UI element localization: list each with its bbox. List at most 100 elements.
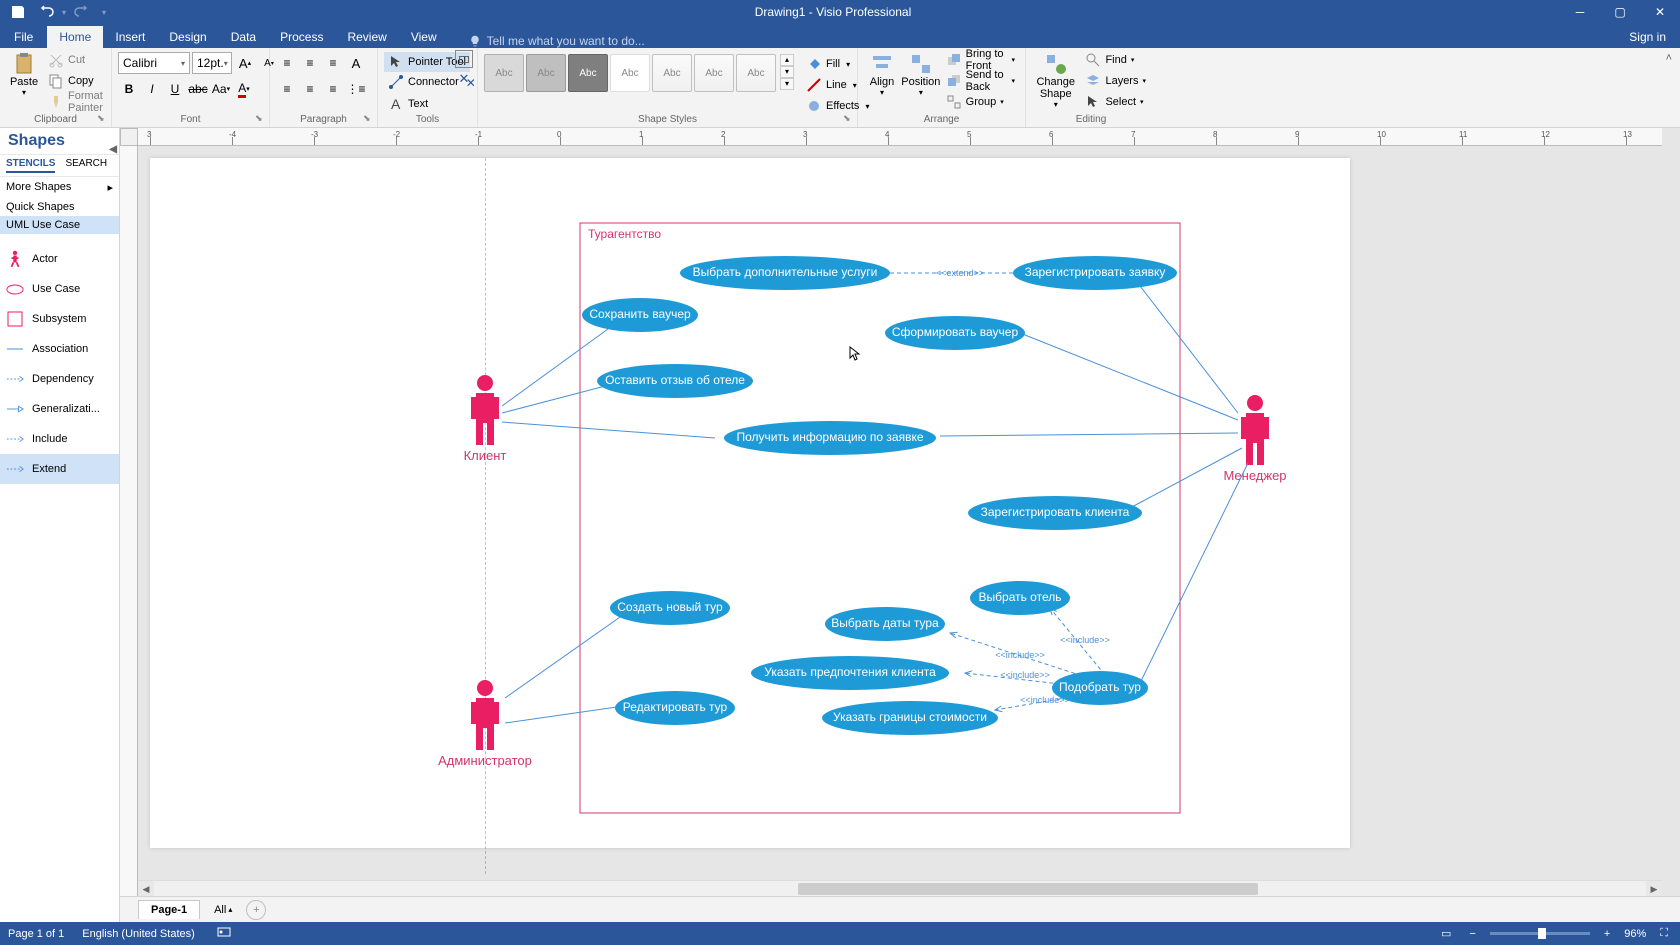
style-swatch[interactable]: Abc bbox=[484, 54, 524, 92]
align-center-button[interactable]: ≡ bbox=[299, 78, 321, 100]
shape-actor[interactable]: Actor bbox=[0, 244, 119, 274]
undo-button[interactable] bbox=[34, 1, 58, 23]
actor-manager[interactable] bbox=[1241, 395, 1269, 465]
usecase[interactable]: Сформировать ваучер bbox=[885, 316, 1025, 350]
paragraph-launcher[interactable]: ⬊ bbox=[363, 113, 373, 123]
tell-me-search[interactable]: Tell me what you want to do... bbox=[449, 34, 1616, 48]
association[interactable] bbox=[940, 433, 1238, 436]
horizontal-scrollbar[interactable]: ◀ ▶ bbox=[138, 880, 1662, 896]
usecase[interactable]: Оставить отзыв об отеле bbox=[597, 364, 753, 398]
rectangle-tool-button[interactable] bbox=[455, 50, 473, 68]
zoom-slider[interactable] bbox=[1490, 932, 1590, 935]
format-painter-button[interactable]: Format Painter bbox=[44, 92, 107, 112]
association[interactable] bbox=[1140, 463, 1248, 683]
connection-point-button[interactable]: ✕ bbox=[455, 70, 473, 88]
align-button[interactable]: Align▾ bbox=[864, 50, 900, 99]
usecase[interactable]: Указать предпочтения клиента bbox=[751, 656, 949, 690]
connector-tool-button[interactable]: Connector bbox=[384, 72, 463, 92]
macro-record-button[interactable] bbox=[213, 924, 235, 943]
style-swatch[interactable]: Abc bbox=[736, 54, 776, 92]
text-tool-button[interactable]: AText bbox=[384, 94, 432, 114]
font-color-button[interactable]: A▾ bbox=[233, 78, 255, 100]
case-button[interactable]: Aa▾ bbox=[210, 78, 232, 100]
scroll-left-button[interactable]: ◀ bbox=[138, 881, 154, 897]
quick-shapes-row[interactable]: Quick Shapes bbox=[0, 198, 119, 216]
shapestyles-launcher[interactable]: ⬊ bbox=[843, 113, 853, 123]
style-swatch[interactable]: Abc bbox=[694, 54, 734, 92]
style-swatch[interactable]: Abc bbox=[652, 54, 692, 92]
copy-button[interactable]: Copy bbox=[44, 71, 107, 91]
more-shapes-link[interactable]: More Shapes▸ bbox=[0, 177, 119, 198]
view-tab[interactable]: View bbox=[399, 26, 449, 48]
language-status[interactable]: English (United States) bbox=[82, 928, 195, 940]
align-left-button[interactable]: ≡ bbox=[276, 78, 298, 100]
sign-in-link[interactable]: Sign in bbox=[1615, 26, 1680, 48]
usecase[interactable]: Редактировать тур bbox=[615, 691, 735, 725]
maximize-button[interactable]: ▢ bbox=[1600, 0, 1640, 24]
usecase[interactable]: Получить информацию по заявке bbox=[724, 421, 936, 455]
shape-generalization[interactable]: Generalizati... bbox=[0, 394, 119, 424]
align-right-button[interactable]: ≡ bbox=[322, 78, 344, 100]
zoom-out-button[interactable]: − bbox=[1465, 926, 1479, 942]
layers-button[interactable]: Layers▾ bbox=[1081, 71, 1150, 91]
font-size-combo[interactable]: 12pt.▾ bbox=[192, 52, 232, 74]
search-tab[interactable]: SEARCH bbox=[65, 158, 107, 173]
association[interactable] bbox=[502, 422, 715, 438]
data-tab[interactable]: Data bbox=[219, 26, 268, 48]
usecase[interactable]: Сохранить ваучер bbox=[582, 298, 698, 332]
align-bottom-button[interactable]: ≡ bbox=[322, 52, 344, 74]
group-button[interactable]: Group▾ bbox=[942, 92, 1019, 112]
align-top-button[interactable]: ≡ bbox=[276, 52, 298, 74]
scroll-thumb[interactable] bbox=[798, 883, 1258, 895]
shape-include[interactable]: Include bbox=[0, 424, 119, 454]
fit-page-button[interactable]: ⛶ bbox=[1656, 925, 1672, 942]
home-tab[interactable]: Home bbox=[47, 26, 103, 48]
design-tab[interactable]: Design bbox=[157, 26, 218, 48]
redo-button[interactable] bbox=[70, 1, 94, 23]
gallery-up[interactable]: ▴ bbox=[780, 54, 794, 66]
review-tab[interactable]: Review bbox=[335, 26, 398, 48]
shape-dependency[interactable]: Dependency bbox=[0, 364, 119, 394]
font-launcher[interactable]: ⬊ bbox=[255, 113, 265, 123]
font-name-combo[interactable]: Calibri▾ bbox=[118, 52, 190, 74]
collapse-ribbon-button[interactable]: ˄ bbox=[1658, 48, 1680, 127]
strikethrough-button[interactable]: abc bbox=[187, 78, 209, 100]
minimize-button[interactable]: ─ bbox=[1560, 0, 1600, 24]
usecase[interactable]: Подобрать тур bbox=[1052, 671, 1148, 705]
usecase[interactable]: Зарегистрировать заявку bbox=[1013, 256, 1177, 290]
canvas-area[interactable]: 3-4-3-2-101234567891011121314 Турагентст… bbox=[120, 128, 1680, 922]
bold-button[interactable]: B bbox=[118, 78, 140, 100]
uml-usecase-row[interactable]: UML Use Case bbox=[0, 216, 119, 234]
usecase[interactable]: Создать новый тур bbox=[610, 591, 730, 625]
file-tab[interactable]: File bbox=[0, 26, 47, 48]
increase-font-button[interactable]: A▴ bbox=[234, 52, 256, 74]
shape-association[interactable]: Association bbox=[0, 334, 119, 364]
shape-usecase[interactable]: Use Case bbox=[0, 274, 119, 304]
cut-button[interactable]: Cut bbox=[44, 50, 107, 70]
usecase[interactable]: Зарегистрировать клиента bbox=[968, 496, 1142, 530]
italic-button[interactable]: I bbox=[141, 78, 163, 100]
bring-front-button[interactable]: Bring to Front▾ bbox=[942, 50, 1019, 70]
gallery-more[interactable]: ▾ bbox=[780, 78, 794, 90]
change-shape-button[interactable]: Change Shape▾ bbox=[1032, 50, 1079, 111]
close-button[interactable]: ✕ bbox=[1640, 0, 1680, 24]
add-page-button[interactable]: + bbox=[246, 900, 266, 920]
insert-tab[interactable]: Insert bbox=[103, 26, 157, 48]
scroll-right-button[interactable]: ▶ bbox=[1646, 881, 1662, 897]
underline-button[interactable]: U bbox=[164, 78, 186, 100]
select-button[interactable]: Select▾ bbox=[1081, 92, 1150, 112]
zoom-in-button[interactable]: + bbox=[1600, 926, 1614, 942]
zoom-level[interactable]: 96% bbox=[1624, 928, 1646, 940]
shape-extend[interactable]: Extend bbox=[0, 454, 119, 484]
align-middle-button[interactable]: ≡ bbox=[299, 52, 321, 74]
stencils-tab[interactable]: STENCILS bbox=[6, 158, 55, 173]
style-gallery[interactable]: Abc Abc Abc Abc Abc Abc Abc bbox=[484, 54, 776, 92]
clipboard-launcher[interactable]: ⬊ bbox=[97, 113, 107, 123]
bullets-button[interactable]: ⋮≡ bbox=[345, 78, 367, 100]
all-pages-button[interactable]: All▴ bbox=[206, 901, 240, 919]
process-tab[interactable]: Process bbox=[268, 26, 335, 48]
usecase[interactable]: Выбрать отель bbox=[970, 581, 1070, 615]
orientation-button[interactable]: A bbox=[345, 52, 367, 74]
presentation-mode-button[interactable]: ▭ bbox=[1437, 925, 1455, 942]
association[interactable] bbox=[1020, 333, 1238, 420]
